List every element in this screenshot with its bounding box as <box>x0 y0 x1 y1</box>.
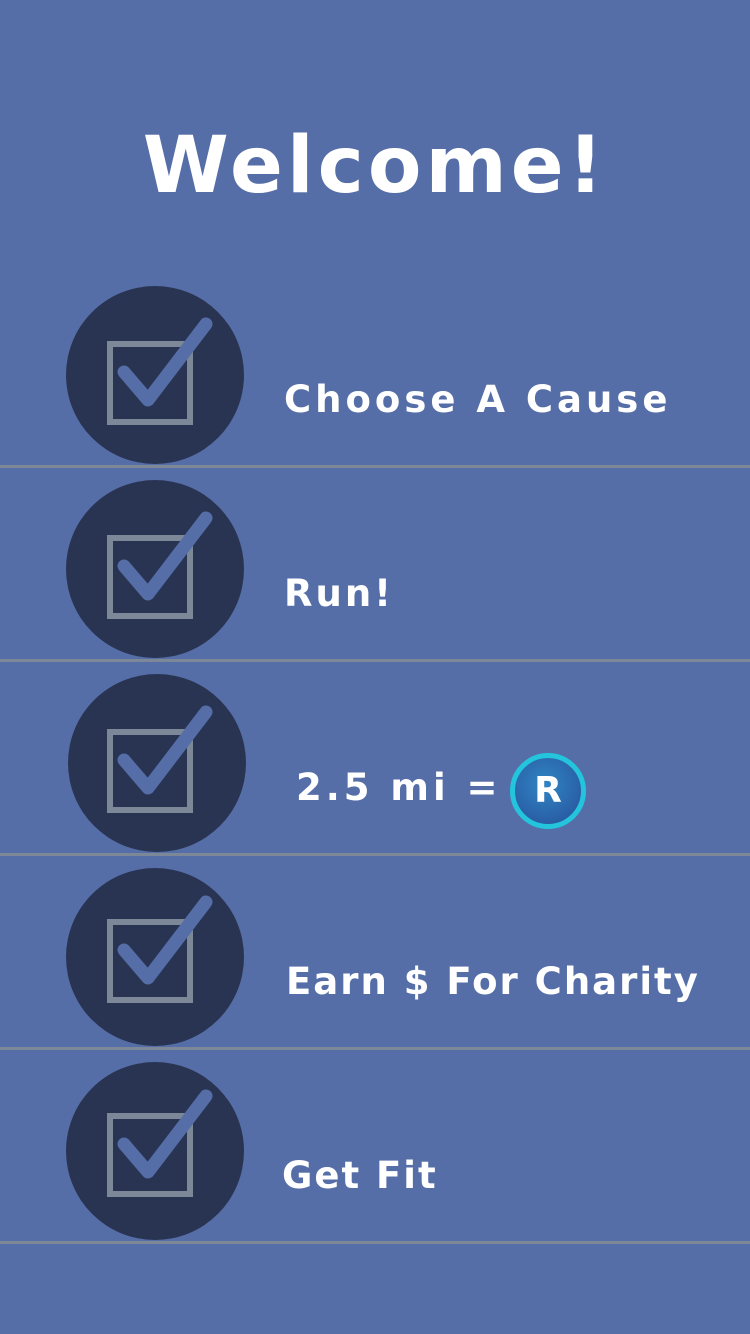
checkbox-checked-icon <box>68 674 246 852</box>
checkbox-checked-icon <box>66 286 244 464</box>
step-label: Choose A Cause <box>284 378 672 421</box>
divider <box>0 465 750 468</box>
divider <box>0 1241 750 1244</box>
checkbox-checked-icon <box>66 1062 244 1240</box>
coin-icon: R <box>510 753 586 829</box>
step-label: 2.5 mi = <box>296 766 502 809</box>
checkbox-checked-icon <box>66 480 244 658</box>
page-title: Welcome! <box>142 121 608 211</box>
checkbox-checked-icon <box>66 868 244 1046</box>
step-label: Run! <box>284 572 395 615</box>
step-label: Earn $ For Charity <box>286 960 700 1003</box>
divider <box>0 659 750 662</box>
divider <box>0 1047 750 1050</box>
divider <box>0 853 750 856</box>
step-label: Get Fit <box>282 1154 438 1197</box>
